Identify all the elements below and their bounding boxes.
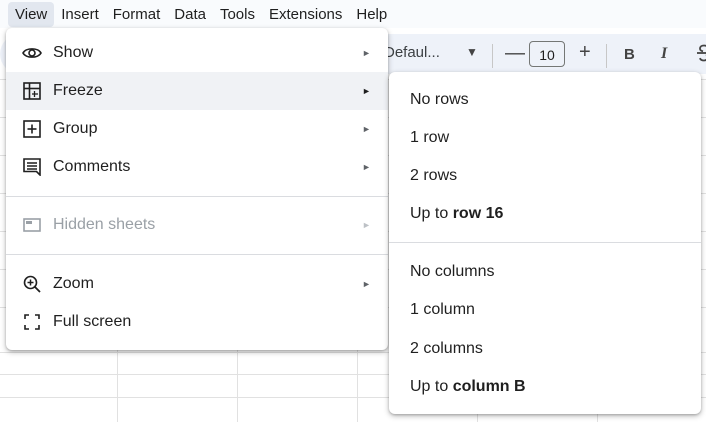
font-size-input[interactable]: 10 (529, 41, 565, 67)
menu-data[interactable]: Data (167, 2, 213, 27)
submenu-arrow-icon: ► (362, 162, 371, 172)
plus-box-icon (22, 119, 42, 139)
toolbar-divider (492, 44, 493, 68)
view-menu-item-group[interactable]: Group ► (6, 110, 388, 148)
menu-divider (389, 242, 701, 243)
view-menu-item-full-screen[interactable]: Full screen (6, 303, 388, 341)
sheet-tab-icon (22, 215, 42, 235)
menu-tools[interactable]: Tools (213, 2, 262, 27)
menu-extensions[interactable]: Extensions (262, 2, 349, 27)
freeze-grid-icon (22, 81, 42, 101)
freeze-submenu: No rows 1 row 2 rows Up to row 16 No col… (389, 72, 701, 414)
submenu-arrow-icon: ► (362, 86, 371, 96)
menu-insert[interactable]: Insert (54, 2, 106, 27)
freeze-up-to-column-target: column B (452, 378, 526, 395)
menu-bar: View Insert Format Data Tools Extensions… (0, 0, 706, 28)
freeze-up-to-row[interactable]: Up to row 16 (389, 195, 701, 233)
comment-icon (22, 157, 42, 177)
fullscreen-icon (22, 312, 42, 332)
menu-view[interactable]: View (8, 1, 55, 27)
menu-help[interactable]: Help (349, 2, 394, 27)
submenu-arrow-icon: ► (362, 279, 371, 289)
decrease-font-size-button[interactable]: — (505, 42, 525, 65)
increase-font-size-button[interactable]: + (579, 41, 591, 64)
freeze-no-columns[interactable]: No columns (389, 253, 701, 291)
freeze-2-rows[interactable]: 2 rows (389, 157, 701, 195)
freeze-up-to-row-prefix: Up to (410, 205, 453, 222)
chevron-down-icon[interactable]: ▼ (466, 45, 478, 59)
zoom-in-icon (22, 274, 42, 294)
view-menu-item-hidden-sheets: Hidden sheets ► (6, 206, 388, 244)
bold-button[interactable]: B (624, 46, 635, 63)
view-menu-item-zoom[interactable]: Zoom ► (6, 265, 388, 303)
menu-divider (6, 196, 388, 197)
strikethrough-button[interactable] (697, 44, 706, 67)
submenu-arrow-icon: ► (362, 48, 371, 58)
menu-format[interactable]: Format (106, 2, 168, 27)
freeze-up-to-column[interactable]: Up to column B (389, 368, 701, 406)
italic-button[interactable]: I (661, 45, 667, 63)
menu-divider (6, 254, 388, 255)
eye-icon (22, 43, 42, 63)
view-menu: Show ► Freeze ► Group ► Comments ► Hidde… (6, 28, 388, 350)
freeze-up-to-column-prefix: Up to (410, 378, 453, 395)
font-family-select[interactable]: Defaul... (384, 44, 440, 61)
freeze-up-to-row-target: row 16 (452, 205, 504, 222)
submenu-arrow-icon: ► (362, 220, 371, 230)
freeze-1-row[interactable]: 1 row (389, 119, 701, 157)
freeze-2-columns[interactable]: 2 columns (389, 330, 701, 368)
view-menu-item-freeze[interactable]: Freeze ► (6, 72, 388, 110)
freeze-1-column[interactable]: 1 column (389, 291, 701, 329)
view-menu-item-show[interactable]: Show ► (6, 34, 388, 72)
toolbar-divider (606, 44, 607, 68)
view-menu-item-comments[interactable]: Comments ► (6, 148, 388, 186)
strikethrough-icon (697, 44, 706, 62)
freeze-no-rows[interactable]: No rows (389, 81, 701, 119)
submenu-arrow-icon: ► (362, 124, 371, 134)
